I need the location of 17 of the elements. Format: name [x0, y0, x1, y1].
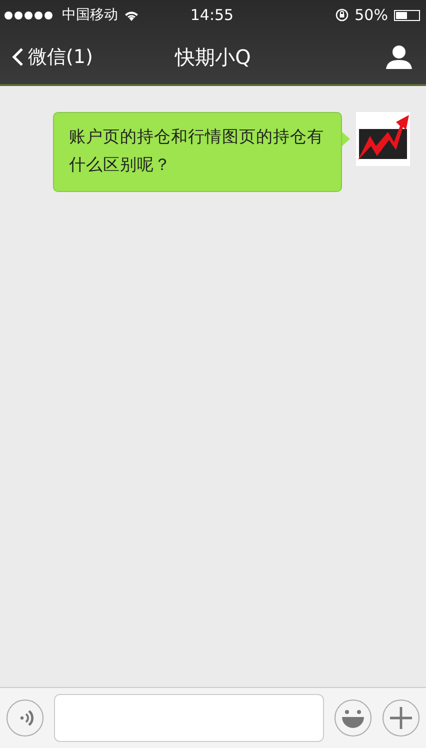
- chat-title: 快期小Q: [175, 44, 251, 70]
- voice-icon[interactable]: [6, 699, 44, 737]
- avatar-icon: [356, 112, 410, 166]
- battery-icon: [394, 10, 420, 20]
- wifi-icon: [124, 10, 139, 20]
- carrier-name: 中国移动: [62, 6, 118, 24]
- back-button[interactable]: 微信(1): [12, 44, 93, 70]
- emoji-icon[interactable]: [334, 699, 372, 737]
- status-time: 14:55: [190, 6, 234, 24]
- person-icon[interactable]: [386, 45, 412, 69]
- back-chevron-icon: [12, 47, 24, 67]
- bubble-tail: [341, 131, 350, 147]
- plus-icon[interactable]: [382, 699, 420, 737]
- message-bubble: 账户页的持仓和行情图页的持仓有什么区别呢？: [53, 112, 342, 192]
- battery-percent: 50%: [354, 6, 388, 24]
- message-input-field[interactable]: [54, 694, 324, 742]
- rotation-lock-icon: [334, 8, 349, 22]
